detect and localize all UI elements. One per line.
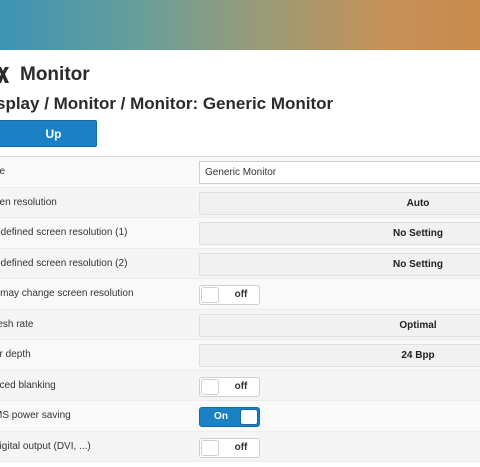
setting-label: r-defined screen resolution (1) xyxy=(0,227,128,238)
setting-label: een resolution xyxy=(0,196,57,208)
setting-row-screen-resolution: een resolution Auto xyxy=(0,187,480,218)
setting-label: ne xyxy=(0,166,6,177)
page-title-row: Monitor xyxy=(0,62,90,88)
select-value: Auto xyxy=(406,197,430,209)
header-banner xyxy=(0,0,480,50)
select-value: No Setting xyxy=(393,258,443,270)
user-may-change-toggle[interactable]: off xyxy=(199,285,260,305)
settings-list: ne Generic Monitor een resolution Auto r… xyxy=(0,157,480,462)
name-input[interactable]: Generic Monitor xyxy=(199,161,480,184)
page-title: Monitor xyxy=(20,64,90,85)
dpms-power-saving-toggle[interactable]: On xyxy=(199,407,260,427)
toggle-state: off xyxy=(234,441,248,453)
select-value: Optimal xyxy=(399,319,437,331)
setting-row-color-depth: or depth 24 Bpp xyxy=(0,340,480,371)
setting-row-dpms: MS power saving On xyxy=(0,401,480,432)
setting-label: digital output (DVI, ...) xyxy=(0,440,91,452)
toggle-state: off xyxy=(234,380,248,392)
screen-resolution-select[interactable]: Auto xyxy=(199,191,480,215)
breadcrumb: splay / Monitor / Monitor: Generic Monit… xyxy=(0,94,334,113)
user-resolution-1-select[interactable]: No Setting xyxy=(199,222,480,245)
setting-row-user-res-2: r-defined screen resolution (2) No Setti… xyxy=(0,248,480,279)
user-resolution-2-select[interactable]: No Setting xyxy=(199,252,480,276)
setting-row-reduced-blanking: uced blanking off xyxy=(0,370,480,401)
setting-label: r may change screen resolution xyxy=(0,288,134,299)
toggle-knob xyxy=(240,409,258,425)
setting-row-refresh-rate: resh rate Optimal xyxy=(0,309,480,340)
setting-row-user-may-change: r may change screen resolution off xyxy=(0,279,480,310)
setting-row-digital-output: digital output (DVI, ...) off xyxy=(0,431,480,462)
toggle-state: off xyxy=(234,289,248,300)
setting-label: or depth xyxy=(0,349,31,360)
select-value: 24 Bpp xyxy=(401,350,435,361)
setting-label: MS power saving xyxy=(0,410,71,421)
reduced-blanking-toggle[interactable]: off xyxy=(199,376,260,397)
color-depth-select[interactable]: 24 Bpp xyxy=(199,344,480,367)
setting-row-name: ne Generic Monitor xyxy=(0,157,480,188)
select-value: No Setting xyxy=(393,228,443,239)
refresh-rate-select[interactable]: Optimal xyxy=(199,313,480,337)
digital-output-toggle[interactable]: off xyxy=(199,437,260,458)
toggle-knob xyxy=(201,378,219,395)
setting-row-user-res-1: r-defined screen resolution (1) No Setti… xyxy=(0,218,480,249)
setting-label: r-defined screen resolution (2) xyxy=(0,257,128,269)
up-button[interactable]: Up xyxy=(0,120,97,147)
toggle-knob xyxy=(201,287,219,303)
toggle-state: On xyxy=(214,411,228,422)
monitor-settings-icon xyxy=(0,65,12,85)
setting-label: uced blanking xyxy=(0,379,56,391)
setting-label: resh rate xyxy=(0,318,34,330)
toggle-knob xyxy=(201,439,219,456)
